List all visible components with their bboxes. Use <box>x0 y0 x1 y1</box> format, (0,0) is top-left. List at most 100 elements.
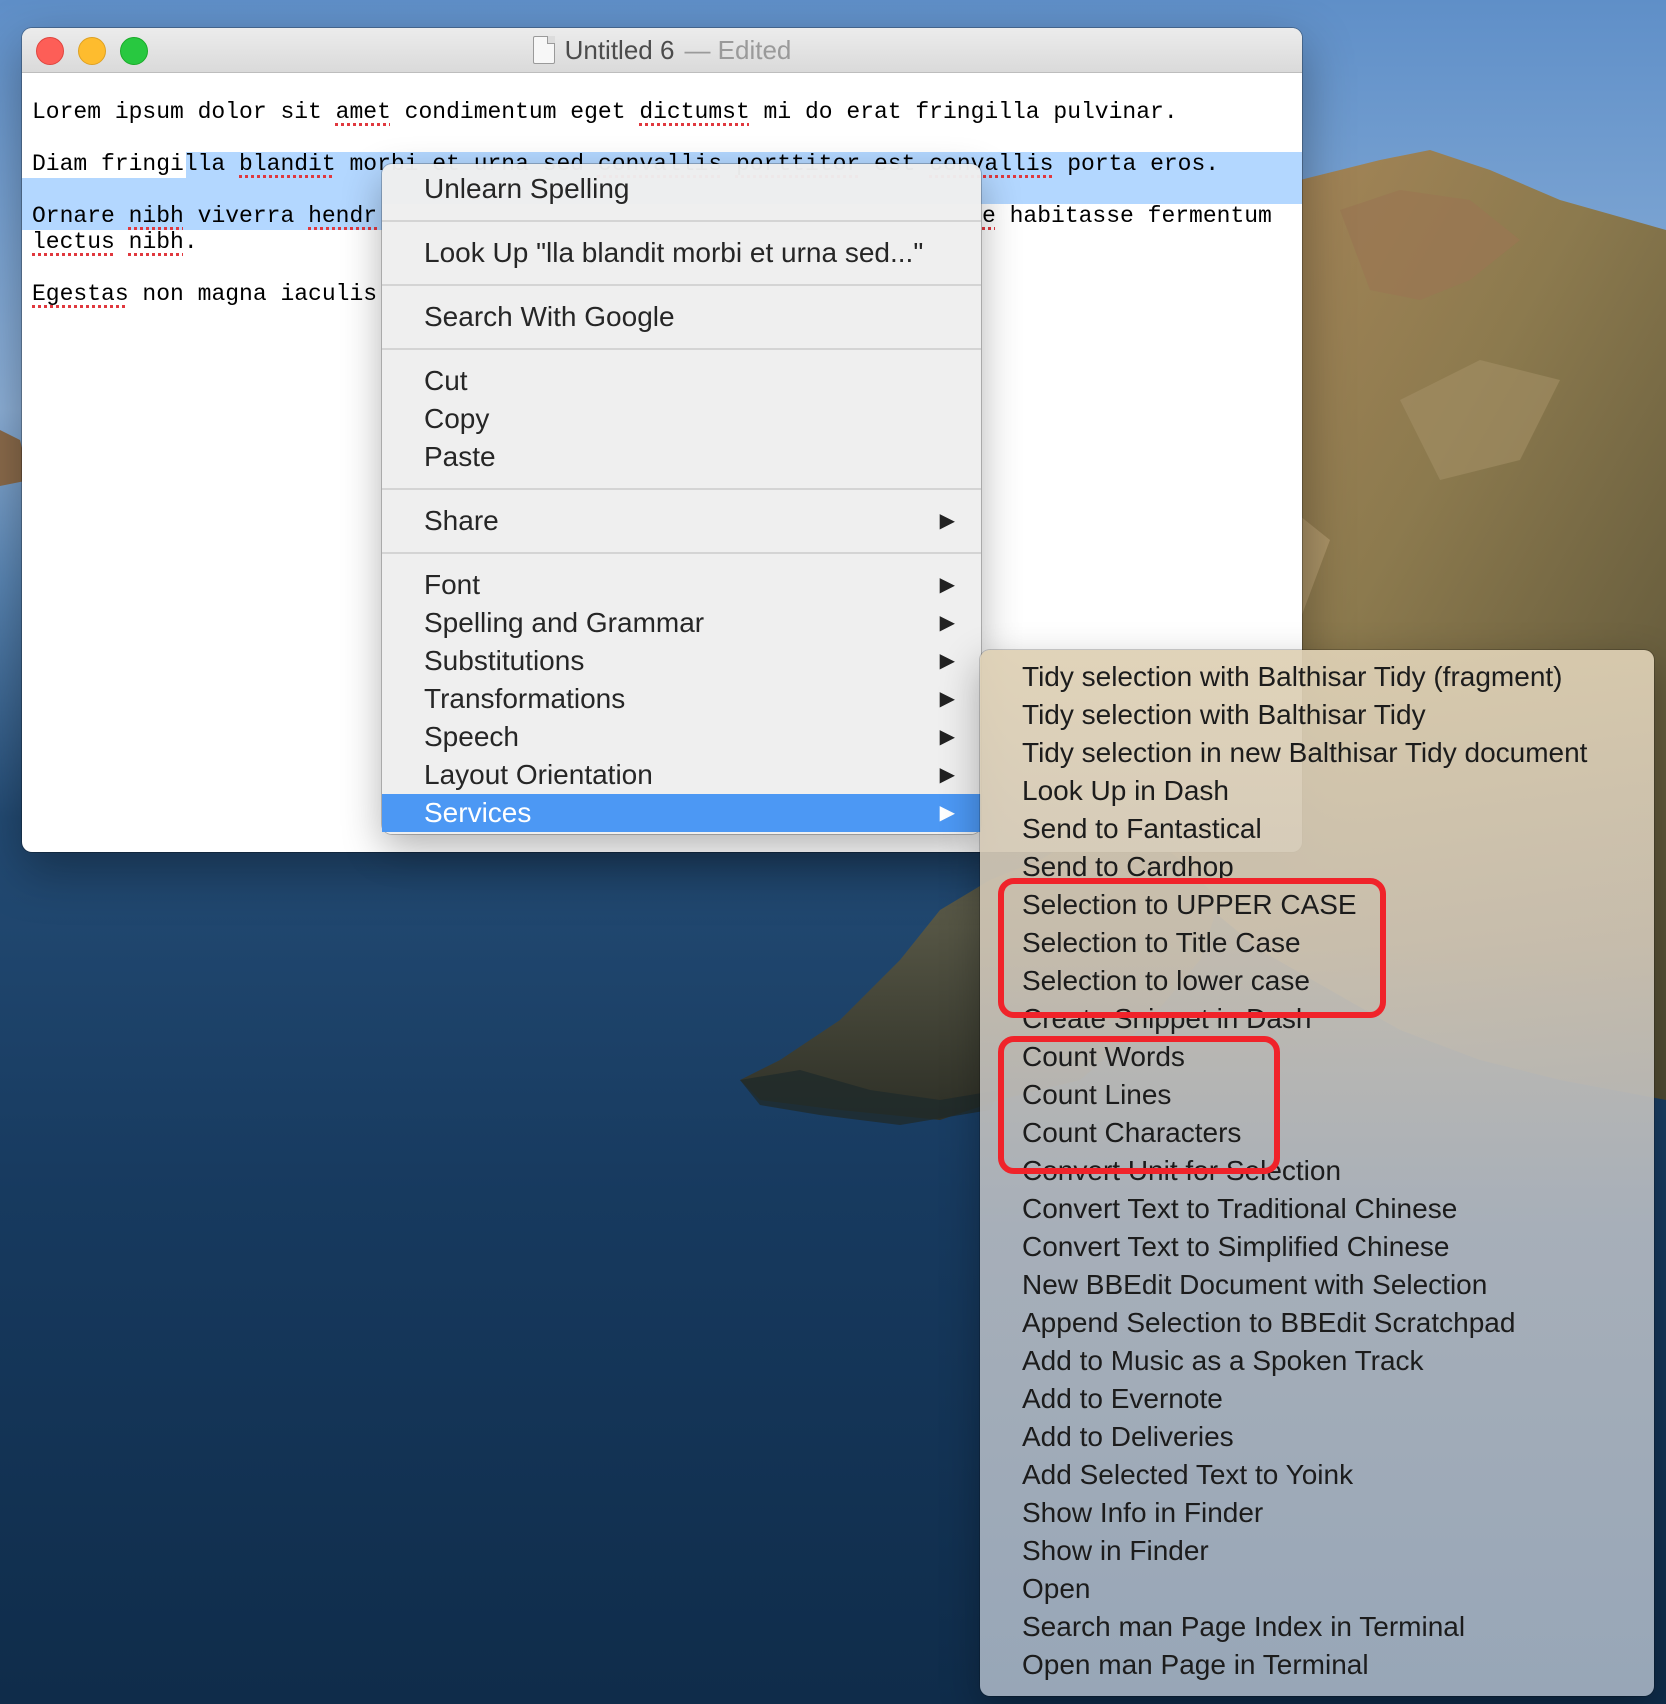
misspelled-word: hendr <box>308 203 378 229</box>
misspelled-word: amet <box>335 99 391 125</box>
context-menu: Unlearn Spelling Look Up "lla blandit mor… <box>382 164 981 834</box>
submenu-arrow-icon: ▶ <box>939 574 955 596</box>
menu-item-layout-orientation[interactable]: Layout Orientation ▶ <box>382 756 981 794</box>
service-item-create-snippet-in-dash[interactable]: Create Snippet in Dash <box>980 1000 1654 1038</box>
text-run: . <box>183 229 198 255</box>
text-run: Diam fringilla <box>32 151 240 177</box>
submenu-arrow-icon: ▶ <box>939 612 955 634</box>
misspelled-word: Egestas <box>32 281 129 307</box>
service-item-new-bbedit-document-with-selection[interactable]: New BBEdit Document with Selection <box>980 1266 1654 1304</box>
service-item-look-up-in-dash[interactable]: Look Up in Dash <box>980 772 1654 810</box>
submenu-arrow-icon: ▶ <box>939 510 955 532</box>
menu-item-paste[interactable]: Paste <box>382 438 981 476</box>
text-line-5: Egestas non magna iaculis <box>32 281 377 307</box>
menu-item-substitutions[interactable]: Substitutions ▶ <box>382 642 981 680</box>
misspelled-word: lectus <box>32 229 115 255</box>
menu-item-copy[interactable]: Copy <box>382 400 981 438</box>
document-icon <box>532 36 555 64</box>
menu-item-label: Cut <box>424 365 468 396</box>
misspelled-word: e <box>982 203 996 229</box>
menu-item-label: Unlearn Spelling <box>424 173 630 204</box>
service-item-add-to-evernote[interactable]: Add to Evernote <box>980 1380 1654 1418</box>
submenu-arrow-icon: ▶ <box>939 764 955 786</box>
window-title: Untitled 6 — Edited <box>22 28 1302 72</box>
services-submenu: Tidy selection with Balthisar Tidy (frag… <box>980 650 1654 1696</box>
menu-item-label: Substitutions <box>424 645 585 676</box>
service-item-send-to-fantastical[interactable]: Send to Fantastical <box>980 810 1654 848</box>
service-item-add-selected-text-to-yoink[interactable]: Add Selected Text to Yoink <box>980 1456 1654 1494</box>
text-line-1: Lorem ipsum dolor sit amet condimentum e… <box>32 99 1178 125</box>
text-run: habitasse fermentum <box>995 203 1272 229</box>
menu-item-label: Font <box>424 569 481 600</box>
service-item-add-to-music-as-a-spoken-track[interactable]: Add to Music as a Spoken Track <box>980 1342 1654 1380</box>
text-run: Ornare <box>32 203 129 229</box>
menu-item-spelling-and-grammar[interactable]: Spelling and Grammar ▶ <box>382 604 981 642</box>
submenu-arrow-icon: ▶ <box>939 688 955 710</box>
menu-separator <box>382 220 981 222</box>
text-line-4: lectus nibh. <box>32 229 198 255</box>
service-item-add-to-deliveries[interactable]: Add to Deliveries <box>980 1418 1654 1456</box>
service-item-tidy-selection-with-balthisar-tidy[interactable]: Tidy selection with Balthisar Tidy <box>980 696 1654 734</box>
service-item-selection-to-title-case[interactable]: Selection to Title Case <box>980 924 1654 962</box>
service-item-tidy-selection-with-balthisar-tidy-fragment[interactable]: Tidy selection with Balthisar Tidy (frag… <box>980 658 1654 696</box>
text-run: condimentum eget <box>390 99 640 125</box>
misspelled-word: dictumst <box>639 99 750 125</box>
menu-item-label: Share <box>424 505 499 536</box>
menu-item-label: Search With Google <box>424 301 675 332</box>
menu-item-look-up-lla-blandit-morbi-et-urna-sed[interactable]: Look Up "lla blandit morbi et urna sed..… <box>382 234 981 272</box>
service-item-convert-unit-for-selection[interactable]: Convert Unit for Selection <box>980 1152 1654 1190</box>
menu-item-unlearn-spelling[interactable]: Unlearn Spelling <box>382 170 981 208</box>
service-item-convert-text-to-simplified-chinese[interactable]: Convert Text to Simplified Chinese <box>980 1228 1654 1266</box>
menu-item-label: Spelling and Grammar <box>424 607 705 638</box>
menu-separator <box>382 488 981 490</box>
service-item-convert-text-to-traditional-chinese[interactable]: Convert Text to Traditional Chinese <box>980 1190 1654 1228</box>
menu-separator <box>382 348 981 350</box>
text-line-3-tail: e habitasse fermentum <box>982 203 1272 229</box>
misspelled-word: blandit <box>239 151 336 177</box>
service-item-count-lines[interactable]: Count Lines <box>980 1076 1654 1114</box>
menu-item-label: Paste <box>424 441 496 472</box>
menu-item-share[interactable]: Share ▶ <box>382 502 981 540</box>
menu-separator <box>382 552 981 554</box>
misspelled-word: nibh <box>128 203 184 229</box>
menu-item-transformations[interactable]: Transformations ▶ <box>382 680 981 718</box>
menu-item-label: Speech <box>424 721 519 752</box>
service-item-append-selection-to-bbedit-scratchpad[interactable]: Append Selection to BBEdit Scratchpad <box>980 1304 1654 1342</box>
service-item-open-man-page-in-terminal[interactable]: Open man Page in Terminal <box>980 1646 1654 1684</box>
menu-item-speech[interactable]: Speech ▶ <box>382 718 981 756</box>
service-item-show-info-in-finder[interactable]: Show Info in Finder <box>980 1494 1654 1532</box>
menu-item-label: Services <box>424 797 532 828</box>
service-item-open[interactable]: Open <box>980 1570 1654 1608</box>
service-item-count-words[interactable]: Count Words <box>980 1038 1654 1076</box>
menu-item-label: Transformations <box>424 683 626 714</box>
service-item-search-man-page-index-in-terminal[interactable]: Search man Page Index in Terminal <box>980 1608 1654 1646</box>
submenu-arrow-icon: ▶ <box>939 650 955 672</box>
misspelled-word: nibh <box>128 229 184 255</box>
text-line-3: Ornare nibh viverra hendr <box>32 203 377 229</box>
menu-item-font[interactable]: Font ▶ <box>382 566 981 604</box>
text-run: non magna iaculis <box>128 281 378 307</box>
menu-item-search-with-google[interactable]: Search With Google <box>382 298 981 336</box>
menu-item-label: Copy <box>424 403 490 434</box>
menu-separator <box>382 284 981 286</box>
submenu-arrow-icon: ▶ <box>939 802 955 824</box>
service-item-selection-to-lower-case[interactable]: Selection to lower case <box>980 962 1654 1000</box>
text-run: mi do erat fringilla pulvinar. <box>749 99 1178 125</box>
service-item-send-to-cardhop[interactable]: Send to Cardhop <box>980 848 1654 886</box>
service-item-selection-to-upper-case[interactable]: Selection to UPPER CASE <box>980 886 1654 924</box>
text-run <box>115 229 129 255</box>
menu-item-label: Layout Orientation <box>424 759 653 790</box>
menu-item-services[interactable]: Services ▶ <box>382 794 981 832</box>
text-run: Lorem ipsum dolor sit <box>32 99 336 125</box>
window-title-text: Untitled 6 <box>564 34 675 65</box>
menu-item-label: Look Up "lla blandit morbi et urna sed..… <box>424 237 924 268</box>
edited-status: — Edited <box>684 34 792 65</box>
service-item-tidy-selection-in-new-balthisar-tidy-document[interactable]: Tidy selection in new Balthisar Tidy doc… <box>980 734 1654 772</box>
submenu-arrow-icon: ▶ <box>939 726 955 748</box>
menu-item-cut[interactable]: Cut <box>382 362 981 400</box>
text-run: porta eros. <box>1053 151 1220 177</box>
title-bar[interactable]: Untitled 6 — Edited <box>22 28 1302 73</box>
text-run: viverra <box>183 203 309 229</box>
service-item-count-characters[interactable]: Count Characters <box>980 1114 1654 1152</box>
service-item-show-in-finder[interactable]: Show in Finder <box>980 1532 1654 1570</box>
